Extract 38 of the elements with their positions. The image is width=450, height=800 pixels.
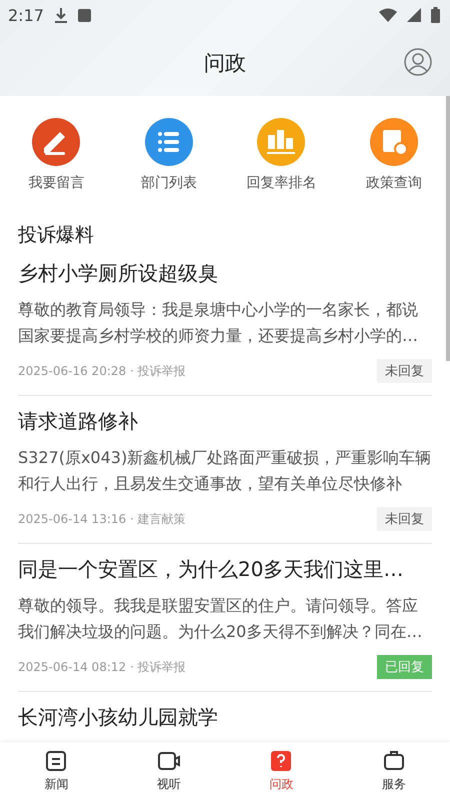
section-title: 投诉爆料 [18, 223, 95, 248]
reply-status-tag: 未回复 [377, 507, 432, 531]
battery-icon [431, 7, 440, 23]
post-meta: 2025-06-16 20:28 · 投诉举报 [18, 362, 186, 380]
shortcut-label[interactable]: 政策查询 [366, 174, 422, 192]
list-icon[interactable] [144, 118, 193, 166]
document-search-icon[interactable] [370, 118, 418, 166]
post-excerpt: 尊敬的领导。我我是联盟安置区的住户。请问领导。答应我们解决垃圾的问题。为什么20多天得不到解决？同在… [18, 595, 424, 643]
signal-icon [407, 8, 421, 22]
post-meta: 2025-06-14 13:16 · 建言献策 [18, 510, 186, 528]
briefcase-icon [382, 749, 406, 773]
podium-icon[interactable] [257, 118, 306, 166]
notification-icon [78, 8, 91, 22]
page-title: 问政 [204, 50, 246, 77]
pen-icon[interactable] [32, 118, 80, 166]
nav-tab[interactable]: 新闻 [0, 742, 112, 800]
shortcut-label[interactable]: 部门列表 [140, 174, 197, 192]
post-excerpt: 尊敬的教育局领导：我是泉塘中心小学的一名家长，都说国家要提高乡村学校的师资力量，还要提高乡村小学的… [18, 299, 419, 347]
nav-tab[interactable]: 视听 [112, 742, 225, 800]
post-title[interactable]: 长河湾小孩幼儿园就学 [18, 704, 432, 731]
nav-tab[interactable]: 服务 [338, 742, 450, 800]
wifi-icon [379, 8, 397, 22]
user-icon[interactable] [404, 48, 432, 76]
question-icon [269, 749, 294, 773]
post-title[interactable]: 乡村小学厕所设超级臭 [18, 260, 432, 287]
post-excerpt: S327(原x043)新鑫机械厂处路面严重破损，严重影响车辆和行人出行，且易发生交通事故，望有关单位尽快修补 [18, 447, 432, 495]
download-icon [54, 7, 68, 23]
shortcut-label[interactable]: 回复率排名 [246, 174, 316, 192]
reply-status-tag: 已回复 [377, 655, 432, 679]
shortcut-label[interactable]: 我要留言 [28, 174, 84, 192]
post-title[interactable]: 请求道路修补 [18, 408, 432, 435]
post-meta: 2025-06-14 08:12 · 投诉举报 [18, 658, 186, 676]
status-time: 2:17 [8, 6, 44, 24]
document-icon [44, 749, 68, 773]
nav-tab[interactable]: 问政 [225, 742, 338, 800]
post-title[interactable]: 同是一个安置区，为什么20多天我们这里… [18, 556, 432, 583]
video-camera-icon [156, 749, 181, 773]
reply-status-tag: 未回复 [377, 359, 432, 383]
